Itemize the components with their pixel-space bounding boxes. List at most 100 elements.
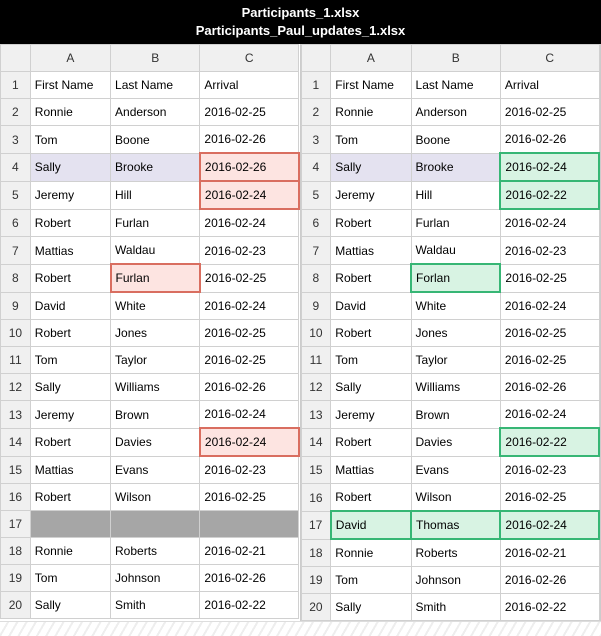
row-header[interactable]: 13 [301, 401, 331, 429]
cell[interactable]: First Name [30, 72, 110, 99]
cell[interactable]: Jones [411, 320, 500, 347]
cell[interactable]: Evans [111, 456, 200, 484]
cell[interactable]: 2016-02-24 [500, 209, 599, 237]
cell[interactable]: 2016-02-24 [200, 292, 299, 320]
corner-cell[interactable] [301, 45, 331, 72]
row-header[interactable]: 1 [301, 72, 331, 99]
cell[interactable]: 2016-02-25 [200, 264, 299, 292]
cell[interactable]: 2016-02-23 [500, 237, 599, 265]
cell[interactable]: 2016-02-25 [200, 99, 299, 126]
row-header[interactable]: 14 [301, 428, 331, 456]
cell[interactable]: Brown [411, 401, 500, 429]
cell[interactable]: Ronnie [30, 99, 110, 126]
row-header[interactable]: 12 [1, 374, 31, 401]
cell[interactable]: Ronnie [30, 538, 110, 565]
cell[interactable]: 2016-02-24 [500, 401, 599, 429]
row-header[interactable]: 10 [301, 320, 331, 347]
cell[interactable]: Last Name [111, 72, 200, 99]
cell[interactable]: David [331, 292, 411, 320]
col-header-B[interactable]: B [411, 45, 500, 72]
row-header[interactable]: 19 [301, 567, 331, 594]
cell[interactable]: Jeremy [30, 401, 110, 429]
cell[interactable]: Evans [411, 456, 500, 484]
col-header-A[interactable]: A [331, 45, 411, 72]
cell[interactable]: 2016-02-26 [200, 153, 299, 181]
cell[interactable]: 2016-02-25 [500, 347, 599, 374]
corner-cell[interactable] [1, 45, 31, 72]
cell[interactable]: 2016-02-22 [500, 428, 599, 456]
cell[interactable]: Furlan [111, 209, 200, 237]
cell[interactable]: Tom [331, 126, 411, 154]
cell[interactable]: Mattias [30, 456, 110, 484]
cell[interactable]: Robert [30, 320, 110, 347]
cell[interactable]: Robert [331, 484, 411, 512]
cell[interactable]: Johnson [111, 565, 200, 592]
cell[interactable]: 2016-02-25 [500, 99, 599, 126]
cell[interactable]: 2016-02-24 [200, 209, 299, 237]
cell[interactable]: Johnson [411, 567, 500, 594]
cell[interactable]: Tom [30, 565, 110, 592]
cell[interactable]: 2016-02-25 [200, 320, 299, 347]
cell[interactable]: Jeremy [30, 181, 110, 209]
cell[interactable]: 2016-02-22 [500, 594, 599, 621]
cell[interactable]: 2016-02-25 [500, 484, 599, 512]
cell[interactable]: 2016-02-26 [200, 126, 299, 154]
cell[interactable] [200, 511, 299, 538]
cell[interactable]: Forlan [411, 264, 500, 292]
cell[interactable]: Wilson [411, 484, 500, 512]
cell[interactable]: 2016-02-24 [500, 153, 599, 181]
row-header[interactable]: 2 [301, 99, 331, 126]
cell[interactable]: White [411, 292, 500, 320]
cell[interactable]: 2016-02-23 [200, 237, 299, 265]
cell[interactable]: Williams [411, 374, 500, 401]
cell[interactable]: Hill [411, 181, 500, 209]
cell[interactable]: Jones [111, 320, 200, 347]
cell[interactable]: Robert [331, 320, 411, 347]
cell[interactable]: Anderson [111, 99, 200, 126]
cell[interactable]: Taylor [411, 347, 500, 374]
cell[interactable]: Jeremy [331, 181, 411, 209]
cell[interactable]: Sally [331, 594, 411, 621]
cell[interactable] [30, 511, 110, 538]
cell[interactable]: 2016-02-26 [500, 374, 599, 401]
row-header[interactable]: 3 [301, 126, 331, 154]
cell[interactable]: Ronnie [331, 539, 411, 567]
cell[interactable]: 2016-02-25 [200, 347, 299, 374]
row-header[interactable]: 4 [301, 153, 331, 181]
cell[interactable]: Brooke [411, 153, 500, 181]
cell[interactable]: David [331, 511, 411, 539]
cell[interactable]: Sally [30, 592, 110, 619]
row-header[interactable]: 11 [1, 347, 31, 374]
row-header[interactable]: 20 [1, 592, 31, 619]
row-header[interactable]: 14 [1, 428, 31, 456]
cell[interactable]: Waldau [111, 237, 200, 265]
cell[interactable]: 2016-02-22 [200, 592, 299, 619]
cell[interactable]: Williams [111, 374, 200, 401]
cell[interactable]: Sally [30, 153, 110, 181]
cell[interactable]: Brooke [111, 153, 200, 181]
cell[interactable]: White [111, 292, 200, 320]
cell[interactable]: Boone [111, 126, 200, 154]
row-header[interactable]: 16 [1, 484, 31, 511]
cell[interactable]: Roberts [411, 539, 500, 567]
cell[interactable]: Waldau [411, 237, 500, 265]
cell[interactable]: Last Name [411, 72, 500, 99]
cell[interactable]: Mattias [30, 237, 110, 265]
row-header[interactable]: 1 [1, 72, 31, 99]
row-header[interactable]: 5 [1, 181, 31, 209]
cell[interactable]: Tom [30, 126, 110, 154]
cell[interactable]: Boone [411, 126, 500, 154]
cell[interactable]: 2016-02-26 [200, 565, 299, 592]
col-header-A[interactable]: A [30, 45, 110, 72]
cell[interactable]: 2016-02-21 [200, 538, 299, 565]
cell[interactable]: Davies [411, 428, 500, 456]
row-header[interactable]: 16 [301, 484, 331, 512]
cell[interactable]: Davies [111, 428, 200, 456]
row-header[interactable]: 13 [1, 401, 31, 429]
cell[interactable]: Taylor [111, 347, 200, 374]
cell[interactable]: 2016-02-23 [200, 456, 299, 484]
row-header[interactable]: 15 [1, 456, 31, 484]
cell[interactable]: Ronnie [331, 99, 411, 126]
cell[interactable]: Robert [30, 209, 110, 237]
cell[interactable]: First Name [331, 72, 411, 99]
